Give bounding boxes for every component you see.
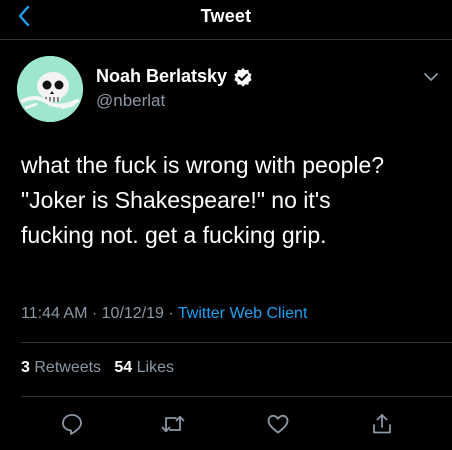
tweet-stats: 3 Retweets 54 Likes bbox=[21, 359, 174, 377]
top-bar: Tweet bbox=[0, 0, 452, 32]
meta-separator: · bbox=[91, 305, 98, 322]
likes-label: Likes bbox=[136, 359, 175, 376]
reply-button[interactable] bbox=[58, 410, 86, 438]
tweet-text-line: what the fuck is wrong with people? bbox=[21, 152, 385, 178]
retweet-icon bbox=[161, 415, 185, 433]
retweets-label: Retweets bbox=[34, 359, 102, 376]
tweet-text: what the fuck is wrong with people? "Jok… bbox=[21, 148, 436, 253]
likes-link[interactable]: 54 Likes bbox=[114, 359, 174, 376]
retweets-link[interactable]: 3 Retweets bbox=[21, 359, 101, 376]
meta-separator: · bbox=[168, 305, 174, 322]
tweet-date: 10/12/19 bbox=[101, 305, 164, 322]
tweet-text-line: "Joker is Shakespeare!" no it's bbox=[21, 187, 331, 213]
likes-count: 54 bbox=[114, 359, 133, 376]
divider bbox=[21, 396, 452, 397]
tweet-meta: 11:44 AM · 10/12/19 · Twitter Web Client bbox=[21, 305, 307, 323]
divider bbox=[21, 342, 452, 343]
tweet-time: 11:44 AM bbox=[21, 305, 88, 322]
like-icon bbox=[267, 414, 289, 434]
retweets-count: 3 bbox=[21, 359, 30, 376]
chevron-down-icon bbox=[424, 73, 438, 81]
verified-badge-icon bbox=[234, 67, 252, 87]
more-options-button[interactable] bbox=[420, 66, 442, 88]
author-handle[interactable]: @nberlat bbox=[96, 91, 165, 111]
retweet-button[interactable] bbox=[159, 410, 187, 438]
avatar[interactable] bbox=[17, 56, 83, 122]
page-title: Tweet bbox=[200, 6, 252, 26]
header-divider bbox=[0, 39, 452, 40]
tweet-text-line: fucking not. get a fucking grip. bbox=[21, 222, 327, 248]
tweet-client-link[interactable]: Twitter Web Client bbox=[178, 305, 308, 322]
display-name: Noah Berlatsky bbox=[96, 66, 228, 86]
like-button[interactable] bbox=[264, 410, 292, 438]
share-button[interactable] bbox=[368, 410, 396, 438]
reply-icon bbox=[62, 414, 82, 435]
avatar-skull-image bbox=[17, 56, 83, 122]
author-name-row[interactable]: Noah Berlatsky bbox=[96, 66, 253, 87]
share-icon bbox=[373, 414, 391, 434]
